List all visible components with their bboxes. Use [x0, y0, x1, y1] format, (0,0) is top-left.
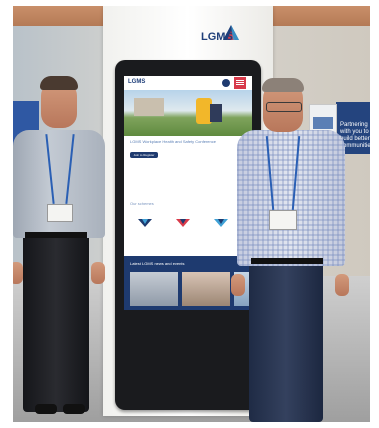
person-right-glasses: [266, 102, 302, 112]
scheme-logo-1[interactable]: [138, 214, 152, 227]
person-left-trousers: [23, 234, 89, 412]
scheme-logo-3[interactable]: [214, 214, 228, 227]
schemes-title: Our schemes: [130, 201, 154, 206]
screen-menu-icon[interactable]: [234, 77, 246, 89]
screen-header: LGMS: [124, 76, 252, 91]
person-left-badge: [47, 204, 73, 222]
person-right-trousers: [249, 260, 323, 422]
booth-photo: Partnering with you to build better comm…: [13, 6, 370, 422]
person-left-hair: [40, 76, 78, 90]
screen-logo: LGMS: [128, 79, 146, 85]
person-right-belt: [251, 258, 323, 264]
hero-button[interactable]: Join to Register: [130, 152, 158, 158]
hero-building: [134, 98, 164, 116]
side-banner-line: Partnering: [340, 122, 368, 128]
news-title: Latest LGMS news and events: [130, 261, 185, 266]
person-right-shirt: [237, 130, 345, 266]
person-left-shoe: [35, 404, 57, 414]
news-card-1[interactable]: [130, 272, 178, 306]
side-banner-line: build better: [340, 135, 370, 142]
hero-image: [124, 90, 252, 136]
person-right-hand: [335, 274, 349, 296]
news-card-2[interactable]: [182, 272, 230, 306]
booth-logo: LGMS: [199, 22, 257, 44]
person-left-belt: [25, 232, 87, 238]
screen-user-icon[interactable]: [222, 79, 230, 87]
person-right-hair: [262, 78, 304, 92]
person-right-hand: [231, 274, 245, 296]
side-banner-line: with you to: [340, 128, 369, 135]
person-right-badge: [269, 210, 297, 230]
hero-worker-legs: [210, 104, 222, 122]
person-left-shoe: [63, 404, 85, 414]
booth-logo-text: LGMS: [201, 31, 233, 43]
hero-text: LGMS Workplace Health and Safety Confere…: [130, 139, 216, 144]
person-left-hand: [13, 262, 23, 284]
person-left-hand: [91, 262, 105, 284]
scheme-logo-2[interactable]: [176, 214, 190, 227]
